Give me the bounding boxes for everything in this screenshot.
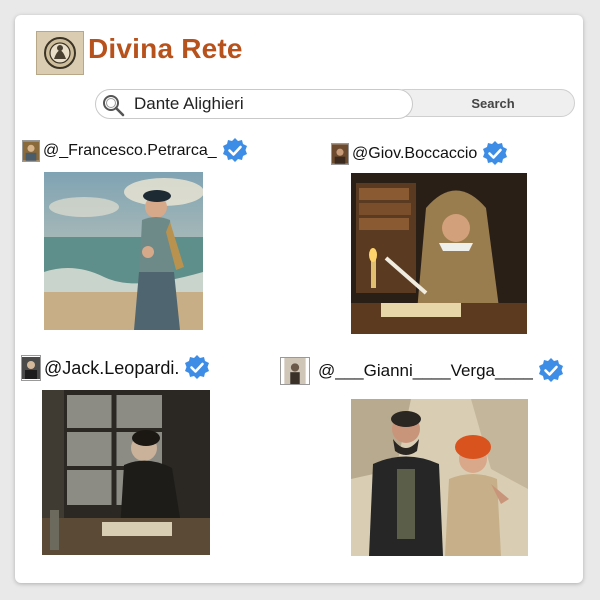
- verified-badge-icon: [483, 141, 508, 165]
- app-logo[interactable]: [36, 31, 84, 75]
- profile-header-boccaccio[interactable]: @Giov.Boccaccio: [331, 140, 509, 168]
- main-card: Divina Rete Search Dante Alighieri @_Fra…: [15, 15, 583, 583]
- verga-portrait-image: [351, 399, 528, 556]
- profile-image-petrarca[interactable]: [44, 172, 203, 330]
- profile-handle[interactable]: @Jack.Leopardi.: [44, 358, 179, 379]
- avatar[interactable]: [331, 143, 349, 165]
- avatar[interactable]: [21, 355, 41, 381]
- verified-badge-icon: [538, 358, 563, 382]
- avatar[interactable]: [22, 140, 40, 162]
- search-icon: [103, 95, 125, 117]
- profile-header-verga[interactable]: @___Gianni____Verga____: [280, 357, 565, 385]
- leopardi-portrait-image: [42, 390, 210, 555]
- profile-handle[interactable]: @Giov.Boccaccio: [352, 145, 477, 163]
- search-input[interactable]: Dante Alighieri: [95, 89, 413, 119]
- verified-badge-icon: [222, 138, 247, 162]
- search-query: Dante Alighieri: [134, 94, 244, 113]
- app-title[interactable]: Divina Rete: [88, 33, 243, 65]
- profile-handle[interactable]: @___Gianni____Verga____: [318, 361, 533, 381]
- petrarca-portrait-image: [44, 172, 203, 330]
- search-button[interactable]: Search: [391, 89, 575, 117]
- avatar[interactable]: [280, 357, 310, 385]
- profile-header-leopardi[interactable]: @Jack.Leopardi.: [21, 354, 211, 382]
- profile-image-leopardi[interactable]: [42, 390, 210, 555]
- boccaccio-portrait-image: [351, 173, 527, 334]
- profile-image-boccaccio[interactable]: [351, 173, 527, 334]
- profile-image-verga[interactable]: [351, 399, 528, 556]
- profile-header-petrarca[interactable]: @_Francesco.Petrarca_: [22, 137, 249, 165]
- verified-badge-icon: [185, 355, 210, 379]
- profile-handle[interactable]: @_Francesco.Petrarca_: [43, 142, 217, 160]
- logo-emblem-icon: [44, 37, 76, 69]
- search-bar: Search Dante Alighieri: [95, 89, 575, 119]
